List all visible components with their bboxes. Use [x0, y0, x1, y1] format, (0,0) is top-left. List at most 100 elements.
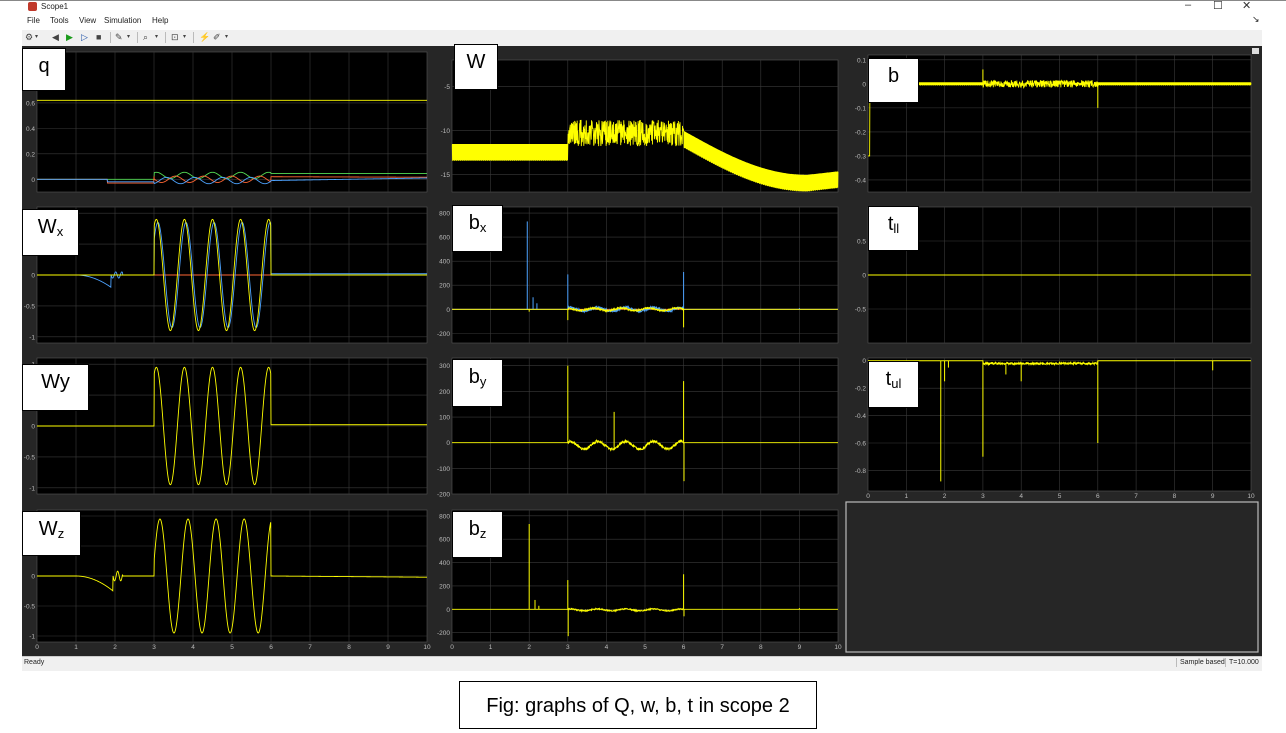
x-tick-label: 3 [152, 644, 156, 651]
y-tick-label: 400 [439, 560, 450, 567]
label-q-text: q [38, 55, 50, 77]
x-tick-label: 7 [720, 644, 724, 651]
x-tick-label: 1 [74, 644, 78, 651]
y-tick-label: -0.6 [855, 441, 867, 448]
label-b: b [868, 58, 919, 103]
y-tick-label: -0.4 [855, 413, 867, 420]
y-tick-label: -1 [29, 634, 35, 641]
plot-Wz[interactable]: 10.50-0.5-1012345678910 [24, 509, 431, 651]
label-bz-sub: z [479, 526, 487, 541]
y-tick-label: 200 [439, 283, 450, 290]
x-tick-label: 3 [981, 493, 985, 500]
y-tick-label: -0.5 [855, 307, 867, 314]
x-tick-label: 6 [1096, 493, 1100, 500]
y-tick-label: 800 [439, 513, 450, 520]
label-Wx-main: W [37, 216, 57, 238]
y-tick-label: 0.6 [26, 100, 35, 107]
y-tick-label: 800 [439, 211, 450, 218]
y-tick-label: 0 [31, 574, 35, 581]
x-tick-label: 7 [1134, 493, 1138, 500]
label-tul-sub: ul [891, 376, 902, 391]
y-tick-label: -0.3 [855, 153, 867, 160]
status-bar: Ready Sample based T=10.000 [22, 656, 1262, 671]
x-tick-label: 2 [943, 493, 947, 500]
label-Wz-sub: z [57, 526, 65, 541]
x-tick-label: 5 [1058, 493, 1062, 500]
x-tick-label: 7 [308, 644, 312, 651]
label-W-text: W [466, 51, 486, 73]
y-tick-label: 0 [446, 607, 450, 614]
x-tick-label: 2 [527, 644, 531, 651]
y-tick-label: -0.5 [24, 303, 36, 310]
x-tick-label: 8 [759, 644, 763, 651]
label-tul: tul [868, 361, 919, 408]
y-tick-label: 600 [439, 235, 450, 242]
x-tick-label: 10 [1247, 493, 1255, 500]
y-tick-label: -15 [441, 172, 451, 179]
y-tick-label: 200 [439, 389, 450, 396]
y-tick-label: 100 [439, 415, 450, 422]
label-tll-sub: ll [893, 221, 900, 236]
x-tick-label: 10 [834, 644, 842, 651]
x-tick-label: 6 [682, 644, 686, 651]
x-tick-label: 8 [1173, 493, 1177, 500]
y-tick-label: 0 [446, 440, 450, 447]
x-tick-label: 1 [489, 644, 493, 651]
x-tick-label: 8 [347, 644, 351, 651]
y-tick-label: -100 [437, 466, 450, 473]
x-tick-label: 6 [269, 644, 273, 651]
y-tick-label: 0.4 [26, 126, 35, 133]
x-tick-label: 10 [423, 644, 431, 651]
y-tick-label: 200 [439, 583, 450, 590]
label-W: W [454, 44, 498, 90]
y-tick-label: 600 [439, 537, 450, 544]
x-tick-label: 0 [35, 644, 39, 651]
label-tll: tll [868, 206, 919, 251]
y-tick-label: 300 [439, 363, 450, 370]
y-tick-label: 0 [31, 424, 35, 431]
y-tick-label: -1 [29, 334, 35, 341]
plot-W[interactable]: -5 -10 -15 [441, 59, 839, 193]
label-bz: bz [452, 511, 503, 558]
label-b-text: b [887, 65, 900, 87]
plot-Wx[interactable]: 10.50-0.5-1 [24, 206, 428, 344]
x-tick-label: 5 [230, 644, 234, 651]
y-tick-label: -0.2 [855, 129, 867, 136]
plot-q[interactable]: 0 0.2 0.4 0.6 [26, 51, 428, 193]
y-tick-label: 400 [439, 259, 450, 266]
x-tick-label: 2 [113, 644, 117, 651]
y-tick-label: 0 [862, 273, 866, 280]
x-tick-label: 0 [866, 493, 870, 500]
y-tick-label: -1 [29, 485, 35, 492]
status-time: T=10.000 [1225, 658, 1262, 667]
x-tick-label: 4 [1019, 493, 1023, 500]
figure-caption: Fig: graphs of Q, w, b, t in scope 2 [459, 681, 817, 729]
y-tick-label: -0.4 [855, 177, 867, 184]
panel-close-icon[interactable] [1252, 48, 1259, 54]
y-tick-label: 0 [862, 358, 866, 365]
y-tick-label: 0 [446, 307, 450, 314]
y-tick-label: 0.2 [26, 151, 35, 158]
y-tick-label: -0.5 [24, 604, 36, 611]
label-Wz: Wz [22, 511, 81, 556]
y-tick-label: -10 [441, 128, 451, 135]
x-tick-label: 0 [450, 644, 454, 651]
x-tick-label: 4 [605, 644, 609, 651]
x-tick-label: 9 [798, 644, 802, 651]
y-tick-label: 0 [862, 81, 866, 88]
x-tick-label: 1 [904, 493, 908, 500]
label-bz-main: b [468, 518, 480, 540]
y-tick-label: -200 [437, 492, 450, 499]
y-tick-label: -200 [437, 331, 450, 338]
y-tick-label: -200 [437, 630, 450, 637]
x-tick-label: 4 [191, 644, 195, 651]
y-tick-label: -0.2 [855, 386, 867, 393]
x-tick-label: 5 [643, 644, 647, 651]
x-tick-label: 9 [1211, 493, 1215, 500]
y-tick-label: -5 [444, 84, 450, 91]
x-tick-label: 9 [386, 644, 390, 651]
y-tick-label: -0.5 [24, 454, 36, 461]
label-by-main: b [468, 366, 480, 388]
label-Wy: Wy [22, 364, 89, 411]
scope-plots: 00.20.40.6-5-10-150.10-0.1-0.2-0.3-0.410… [24, 48, 1259, 653]
